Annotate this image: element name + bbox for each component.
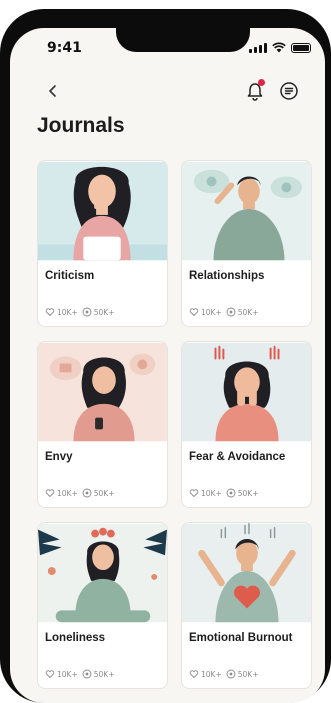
card-title: Loneliness xyxy=(45,632,106,644)
likes-stat: 10K+ xyxy=(189,307,222,317)
eye-icon xyxy=(82,307,92,317)
likes-stat: 10K+ xyxy=(189,669,222,679)
card-title: Envy xyxy=(45,451,73,463)
heart-chat-icon xyxy=(45,308,55,317)
views-count: 50K+ xyxy=(237,307,259,317)
notifications-button[interactable] xyxy=(245,79,265,101)
likes-stat: 10K+ xyxy=(45,307,78,317)
page-title: Journals xyxy=(37,114,125,137)
journal-card-fear-avoidance[interactable]: Fear & Avoidance 10K+ 50K+ xyxy=(181,341,312,508)
envy-illustration xyxy=(38,342,167,442)
criticism-illustration xyxy=(38,161,167,261)
card-stats: 10K+ 50K+ xyxy=(189,307,259,317)
card-stats: 10K+ 50K+ xyxy=(45,307,115,317)
likes-count: 10K+ xyxy=(201,669,222,679)
views-count: 50K+ xyxy=(93,488,115,498)
signal-icon xyxy=(249,42,267,53)
views-count: 50K+ xyxy=(237,669,259,679)
views-stat: 50K+ xyxy=(226,307,259,317)
likes-stat: 10K+ xyxy=(45,488,78,498)
card-title: Criticism xyxy=(45,270,95,282)
heart-chat-icon xyxy=(189,670,199,679)
views-stat: 50K+ xyxy=(82,307,115,317)
status-icons xyxy=(249,42,311,53)
journal-card-loneliness[interactable]: Loneliness 10K+ 50K+ xyxy=(37,522,168,689)
wifi-icon xyxy=(272,42,286,53)
views-count: 50K+ xyxy=(237,488,259,498)
fear-avoidance-illustration xyxy=(182,342,311,442)
eye-icon xyxy=(226,307,236,317)
journal-card-criticism[interactable]: Criticism 10K+ 50K+ xyxy=(37,160,168,327)
journal-card-relationships[interactable]: Relationships 10K+ 50K+ xyxy=(181,160,312,327)
menu-circle-icon xyxy=(280,82,298,100)
views-stat: 50K+ xyxy=(82,488,115,498)
journal-card-emotional-burnout[interactable]: Emotional Burnout 10K+ 50K+ xyxy=(181,522,312,689)
views-stat: 50K+ xyxy=(82,669,115,679)
views-count: 50K+ xyxy=(93,669,115,679)
card-title: Fear & Avoidance xyxy=(189,451,286,463)
views-stat: 50K+ xyxy=(226,488,259,498)
emotional-burnout-illustration xyxy=(182,523,311,623)
views-count: 50K+ xyxy=(93,307,115,317)
eye-icon xyxy=(82,488,92,498)
status-time: 9:41 xyxy=(47,40,82,56)
card-stats: 10K+ 50K+ xyxy=(45,488,115,498)
heart-chat-icon xyxy=(189,489,199,498)
journal-card-envy[interactable]: Envy 10K+ 50K+ xyxy=(37,341,168,508)
likes-count: 10K+ xyxy=(57,488,78,498)
heart-chat-icon xyxy=(45,489,55,498)
eye-icon xyxy=(82,669,92,679)
card-title: Relationships xyxy=(189,270,265,282)
views-stat: 50K+ xyxy=(226,669,259,679)
likes-count: 10K+ xyxy=(57,669,78,679)
heart-chat-icon xyxy=(45,670,55,679)
chevron-left-icon xyxy=(49,85,56,97)
likes-stat: 10K+ xyxy=(45,669,78,679)
app-screen: 9:41 Journals Criticism 10K+ 50K+ Relati… xyxy=(10,28,325,703)
card-stats: 10K+ 50K+ xyxy=(45,669,115,679)
back-button[interactable] xyxy=(43,81,63,101)
eye-icon xyxy=(226,669,236,679)
phone-frame: 9:41 Journals Criticism 10K+ 50K+ Relati… xyxy=(0,9,331,703)
likes-count: 10K+ xyxy=(57,307,78,317)
heart-chat-icon xyxy=(189,308,199,317)
device-notch xyxy=(116,28,250,52)
loneliness-illustration xyxy=(38,523,167,623)
card-stats: 10K+ 50K+ xyxy=(189,669,259,679)
eye-icon xyxy=(226,488,236,498)
likes-count: 10K+ xyxy=(201,307,222,317)
battery-icon xyxy=(291,42,311,53)
card-title: Emotional Burnout xyxy=(189,632,293,644)
relationships-illustration xyxy=(182,161,311,261)
likes-count: 10K+ xyxy=(201,488,222,498)
header-actions xyxy=(245,79,299,101)
menu-button[interactable] xyxy=(279,81,299,101)
notification-dot xyxy=(258,79,265,86)
card-stats: 10K+ 50K+ xyxy=(189,488,259,498)
likes-stat: 10K+ xyxy=(189,488,222,498)
